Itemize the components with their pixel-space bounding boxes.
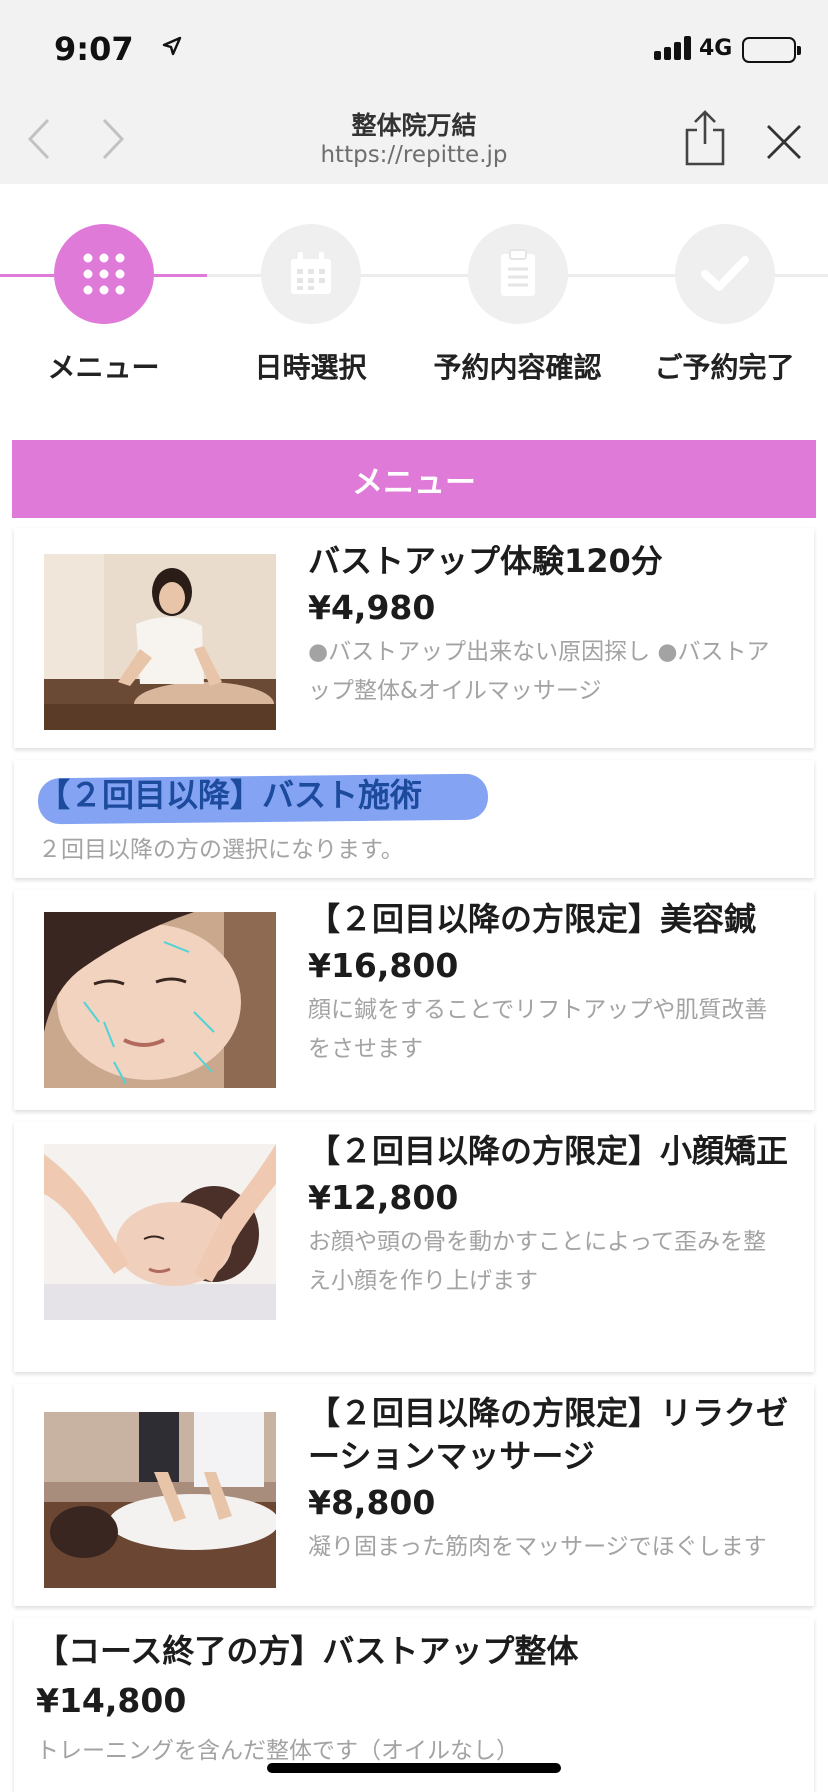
battery-icon	[742, 37, 801, 63]
back-icon[interactable]	[24, 114, 54, 168]
location-arrow-icon	[162, 36, 182, 60]
close-icon[interactable]	[762, 120, 806, 168]
menu-section-header: メニュー	[12, 440, 816, 518]
menu-item-body: 【２回目以降の方限定】小顔矯正 ¥12,800 お顔や頭の骨を動かすことによって…	[308, 1130, 788, 1301]
menu-item-relaxation-massage[interactable]: 【２回目以降の方限定】リラクゼーションマッサージ ¥8,800 凝り固まった筋肉…	[14, 1384, 814, 1606]
item-price: ¥4,980	[308, 588, 436, 627]
clipboard-icon	[467, 224, 568, 324]
item-price: ¥12,800	[308, 1178, 459, 1217]
item-name: バストアップ体験120分	[308, 542, 663, 580]
item-description: 凝り固まった筋肉をマッサージでほぐします	[308, 1534, 767, 1560]
item-description: 顔に鍼をすることでリフトアップや肌質改善をさせます	[308, 997, 768, 1062]
category-title: 【２回目以降】バスト施術	[38, 776, 423, 814]
category-second-visit-bust[interactable]: 【２回目以降】バスト施術 ２回目以降の方の選択になります。	[14, 760, 814, 878]
step-menu[interactable]: メニュー	[0, 224, 207, 386]
step-label: 予約内容確認	[433, 351, 602, 384]
item-description: ●バストアップ出来ない原因探し ●バストアップ整体&オイルマッサージ	[308, 639, 770, 704]
calendar-icon	[260, 224, 361, 324]
step-confirm[interactable]: 予約内容確認	[414, 224, 621, 386]
step-complete[interactable]: ご予約完了	[621, 224, 828, 386]
back-massage-photo	[44, 1412, 276, 1588]
menu-item-bust-trial[interactable]: バストアップ体験120分 ¥4,980 ●バストアップ出来ない原因探し ●バスト…	[14, 528, 814, 748]
check-icon	[674, 224, 775, 324]
page-title: 整体院万結	[351, 111, 477, 140]
item-name: 【２回目以降の方限定】美容鍼	[308, 900, 757, 938]
face-massage-photo	[44, 1144, 276, 1320]
step-label: 日時選択	[254, 351, 367, 384]
menu-item-small-face[interactable]: 【２回目以降の方限定】小顔矯正 ¥12,800 お顔や頭の骨を動かすことによって…	[14, 1122, 814, 1372]
item-price: ¥8,800	[308, 1483, 436, 1522]
grid-icon	[53, 224, 154, 324]
step-label: メニュー	[47, 351, 160, 384]
status-time: 9:07	[54, 30, 134, 68]
menu-item-beauty-acupuncture[interactable]: 【２回目以降の方限定】美容鍼 ¥16,800 顔に鍼をすることでリフトアップや肌…	[14, 890, 814, 1110]
signal-bars-icon	[654, 36, 691, 60]
menu-item-body: 【２回目以降の方限定】美容鍼 ¥16,800 顔に鍼をすることでリフトアップや肌…	[308, 898, 788, 1069]
item-price: ¥16,800	[308, 946, 459, 985]
item-description: お顔や頭の骨を動かすことによって歪みを整え小顔を作り上げます	[308, 1229, 767, 1294]
item-price: ¥14,800	[36, 1681, 187, 1720]
category-subtitle: ２回目以降の方の選択になります。	[38, 837, 404, 863]
item-name: 【コース終了の方】バストアップ整体	[36, 1632, 579, 1670]
step-datetime[interactable]: 日時選択	[207, 224, 414, 386]
status-bar: 9:07 4G	[0, 0, 828, 96]
forward-icon[interactable]	[98, 114, 128, 168]
menu-item-body: 【２回目以降の方限定】リラクゼーションマッサージ ¥8,800 凝り固まった筋肉…	[308, 1392, 788, 1567]
acupuncture-face-photo	[44, 912, 276, 1088]
item-name: 【２回目以降の方限定】小顔矯正	[308, 1132, 789, 1170]
step-label: ご予約完了	[654, 351, 795, 384]
home-indicator[interactable]	[267, 1763, 561, 1773]
page-url[interactable]: https://repitte.jp	[214, 142, 614, 168]
booking-stepper: メニュー 日時選択 予約内容確認 ご予約完了	[0, 184, 828, 414]
browser-toolbar: 整体院万結 https://repitte.jp	[0, 96, 828, 184]
menu-item-body: バストアップ体験120分 ¥4,980 ●バストアップ出来ない原因探し ●バスト…	[308, 540, 788, 711]
woman-treating-client-photo	[44, 554, 276, 730]
item-name: 【２回目以降の方限定】リラクゼーションマッサージ	[308, 1394, 789, 1475]
share-icon[interactable]	[680, 108, 730, 172]
network-type: 4G	[699, 36, 733, 61]
